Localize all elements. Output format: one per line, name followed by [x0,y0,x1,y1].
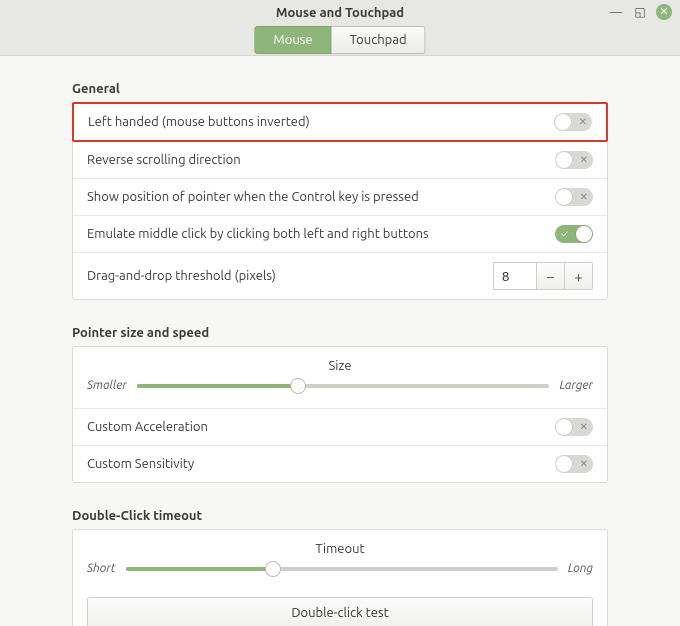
toggle-show-pointer[interactable]: ✕ [555,188,593,206]
tab-bar: Mouse Touchpad [254,26,425,54]
toggle-emulate-middle[interactable]: ✓ [555,225,593,243]
section-title-doubleclick: Double-Click timeout [72,509,608,523]
row-custom-accel: Custom Acceleration ✕ [73,408,607,445]
section-title-general: General [72,82,608,96]
size-slider-min-label: Smaller [87,379,127,392]
panel-general: Left handed (mouse buttons inverted) ✕ R… [72,102,608,300]
size-slider[interactable] [137,384,550,388]
tab-touchpad[interactable]: Touchpad [332,26,426,54]
window-controls: — ◱ ✕ [608,4,672,20]
timeout-slider-title: Timeout [87,542,593,556]
titlebar: Mouse and Touchpad — ◱ ✕ Mouse Touchpad [0,0,680,56]
x-icon: ✕ [580,459,588,469]
drag-threshold-increment[interactable]: + [565,262,593,290]
row-left-handed: Left handed (mouse buttons inverted) ✕ [72,102,608,142]
label-reverse-scroll: Reverse scrolling direction [87,153,241,167]
label-custom-accel: Custom Acceleration [87,420,208,434]
size-slider-max-label: Larger [559,379,593,392]
size-slider-block: Size Smaller Larger [73,347,607,408]
size-slider-title: Size [87,359,593,373]
x-icon: ✕ [580,155,588,165]
label-show-pointer: Show position of pointer when the Contro… [87,190,419,204]
panel-pointer: Size Smaller Larger Custom Acceleration … [72,346,608,483]
label-left-handed: Left handed (mouse buttons inverted) [88,115,310,129]
toggle-custom-accel[interactable]: ✕ [555,418,593,436]
toggle-left-handed[interactable]: ✕ [554,113,592,131]
drag-threshold-decrement[interactable]: − [537,262,565,290]
panel-doubleclick: Timeout Short Long Double-click test [72,529,608,626]
x-icon: ✕ [580,422,588,432]
toggle-custom-sens[interactable]: ✕ [555,455,593,473]
row-drag-threshold: Drag-and-drop threshold (pixels) − + [73,252,607,299]
label-emulate-middle: Emulate middle click by clicking both le… [87,227,429,241]
row-emulate-middle: Emulate middle click by clicking both le… [73,215,607,252]
window-title: Mouse and Touchpad [0,0,680,20]
content-area: General Left handed (mouse buttons inver… [0,56,680,626]
plus-icon: + [574,268,582,285]
close-button[interactable]: ✕ [656,4,672,20]
minimize-button[interactable]: — [608,4,624,20]
minus-icon: − [546,268,554,285]
spinner-drag-threshold: − + [493,262,593,290]
timeout-slider-block: Timeout Short Long [73,530,607,591]
label-drag-threshold: Drag-and-drop threshold (pixels) [87,269,276,283]
section-title-pointer: Pointer size and speed [72,326,608,340]
drag-threshold-input[interactable] [493,262,537,290]
x-icon: ✕ [580,192,588,202]
double-click-test-button[interactable]: Double-click test [87,597,593,626]
x-icon: ✕ [579,117,587,127]
row-custom-sens: Custom Sensitivity ✕ [73,445,607,482]
row-show-pointer: Show position of pointer when the Contro… [73,178,607,215]
tab-mouse[interactable]: Mouse [254,26,331,54]
timeout-slider[interactable] [126,567,558,571]
maximize-button[interactable]: ◱ [632,4,648,20]
label-custom-sens: Custom Sensitivity [87,457,194,471]
check-icon: ✓ [561,229,568,239]
timeout-slider-max-label: Long [568,562,593,575]
toggle-reverse-scroll[interactable]: ✕ [555,151,593,169]
timeout-slider-min-label: Short [87,562,116,575]
row-reverse-scroll: Reverse scrolling direction ✕ [73,141,607,178]
